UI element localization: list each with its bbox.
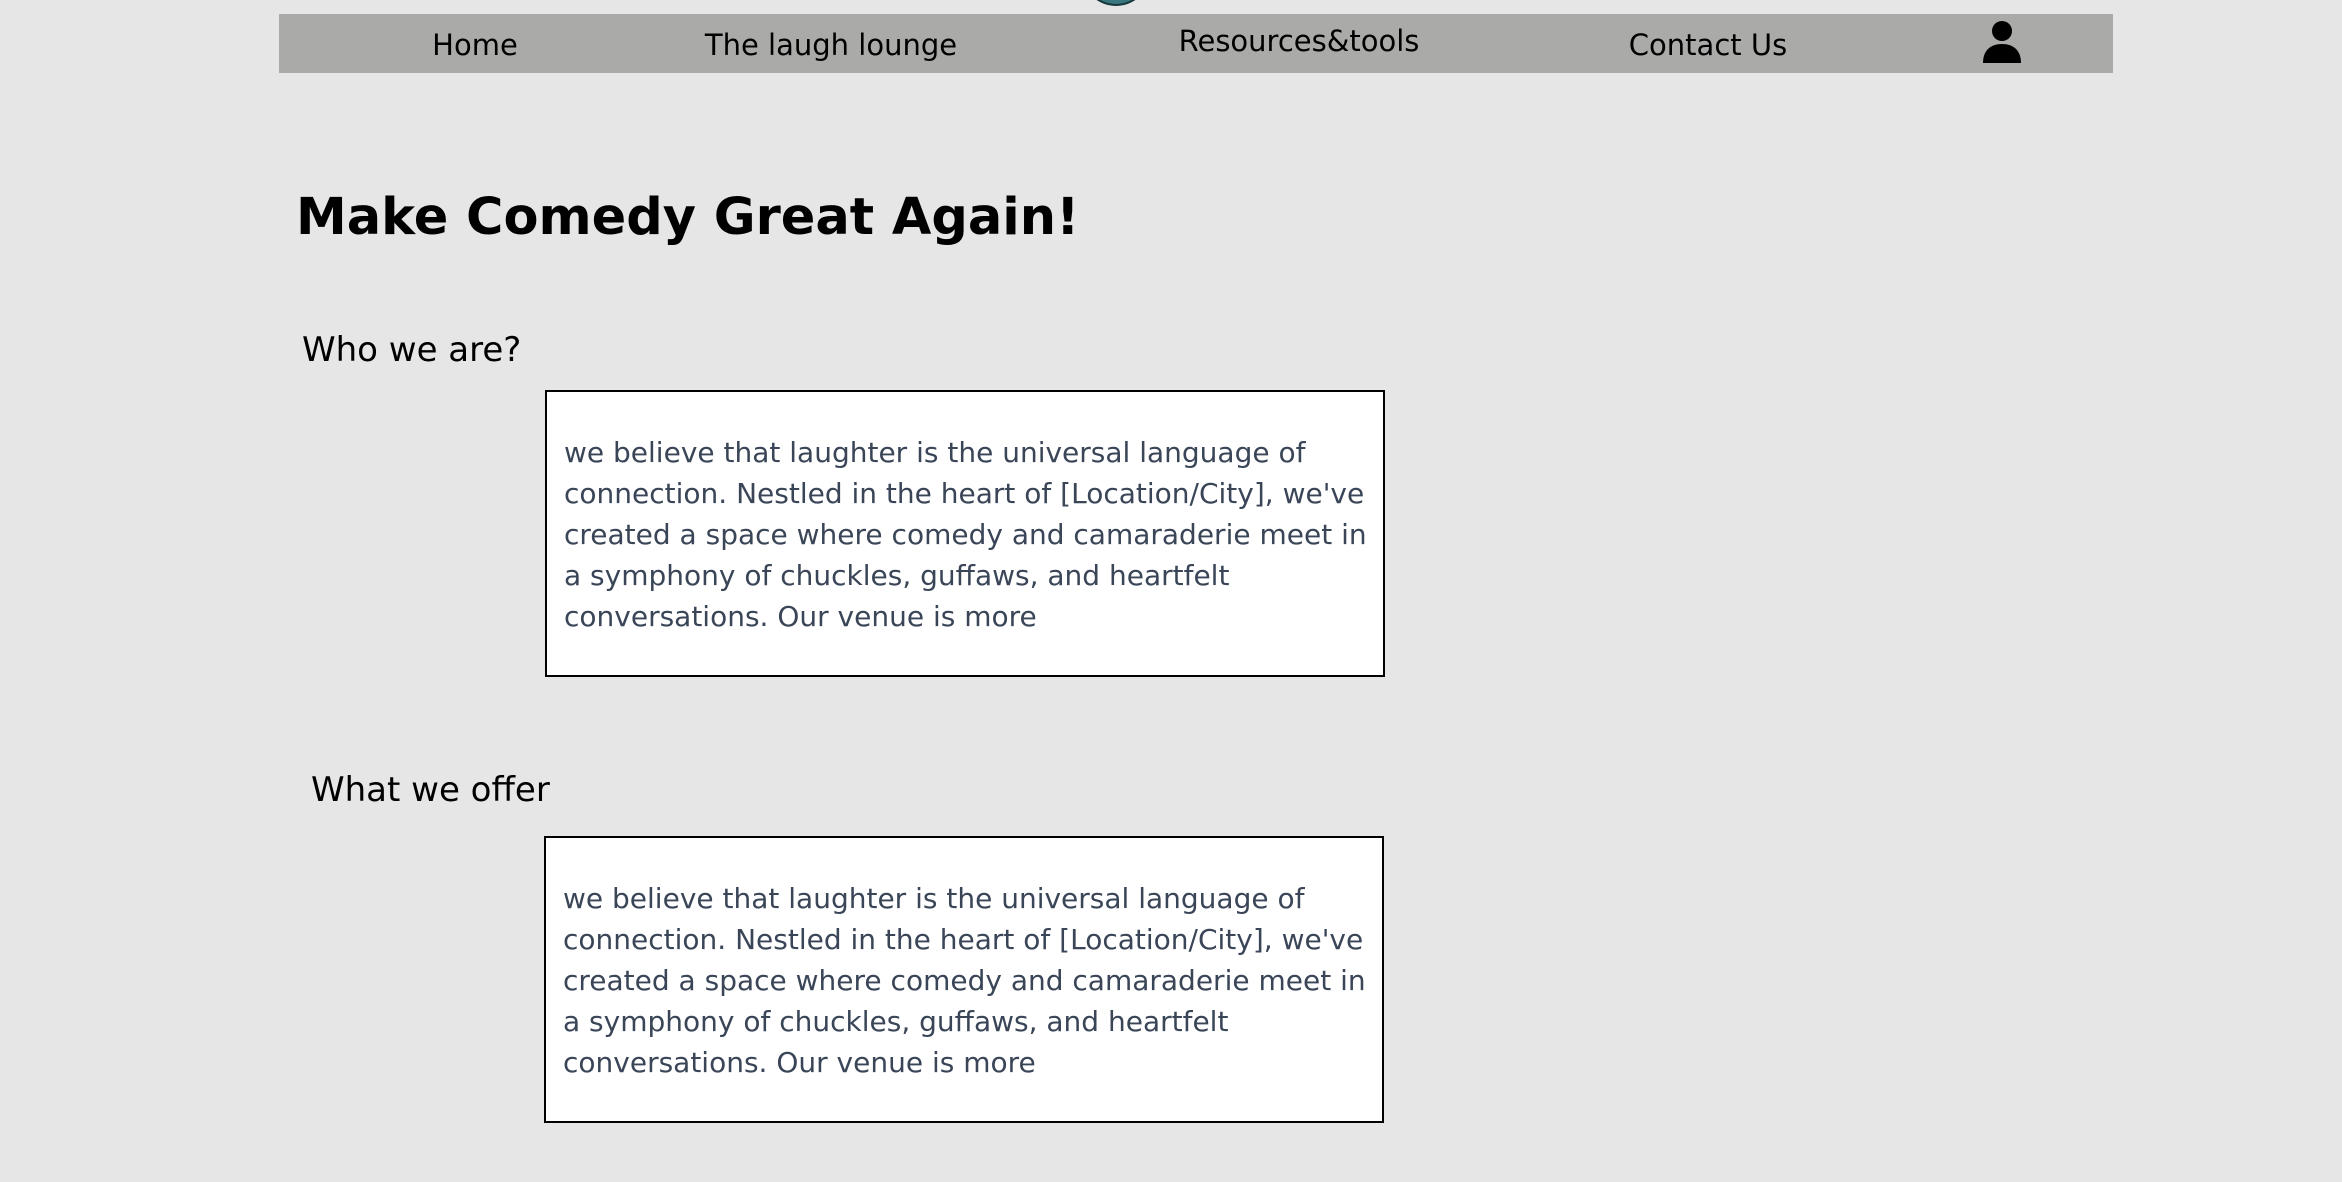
nav-link-laugh-lounge[interactable]: The laugh lounge — [705, 31, 957, 60]
top-navbar: Home The laugh lounge Resources&tools Co… — [279, 14, 2113, 73]
nav-link-home[interactable]: Home — [432, 31, 518, 60]
page-title: Make Comedy Great Again! — [296, 188, 1080, 247]
user-icon[interactable] — [1982, 20, 2022, 64]
what-we-offer-text-box: we believe that laughter is the universa… — [544, 836, 1384, 1123]
section-heading-what-we-offer: What we offer — [311, 770, 550, 810]
who-we-are-text-box: we believe that laughter is the universa… — [545, 390, 1385, 677]
section-heading-who-we-are: Who we are? — [302, 330, 522, 370]
nav-link-contact-us[interactable]: Contact Us — [1629, 31, 1787, 60]
site-logo[interactable] — [1080, 0, 1152, 6]
nav-link-resources-tools[interactable]: Resources&tools — [1179, 27, 1420, 56]
